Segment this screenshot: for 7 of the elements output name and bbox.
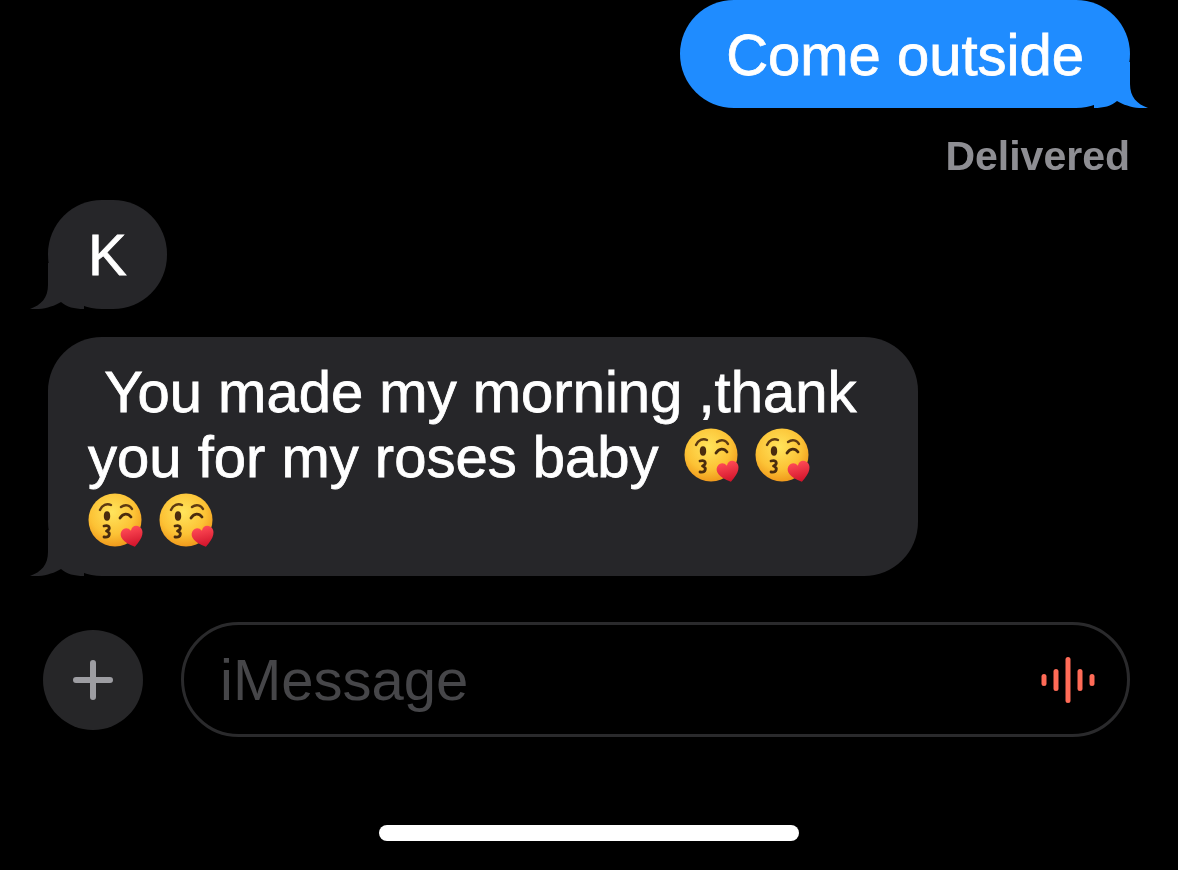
delivery-status: Delivered (945, 132, 1130, 180)
dictation-icon[interactable] (1041, 656, 1095, 704)
plus-icon (73, 659, 113, 700)
message-text: K (88, 222, 127, 287)
message-text: You made my morning ,thank you for my roses baby (88, 359, 873, 554)
message-text: Come outside (726, 22, 1084, 87)
message-field[interactable]: iMessage (181, 622, 1130, 737)
